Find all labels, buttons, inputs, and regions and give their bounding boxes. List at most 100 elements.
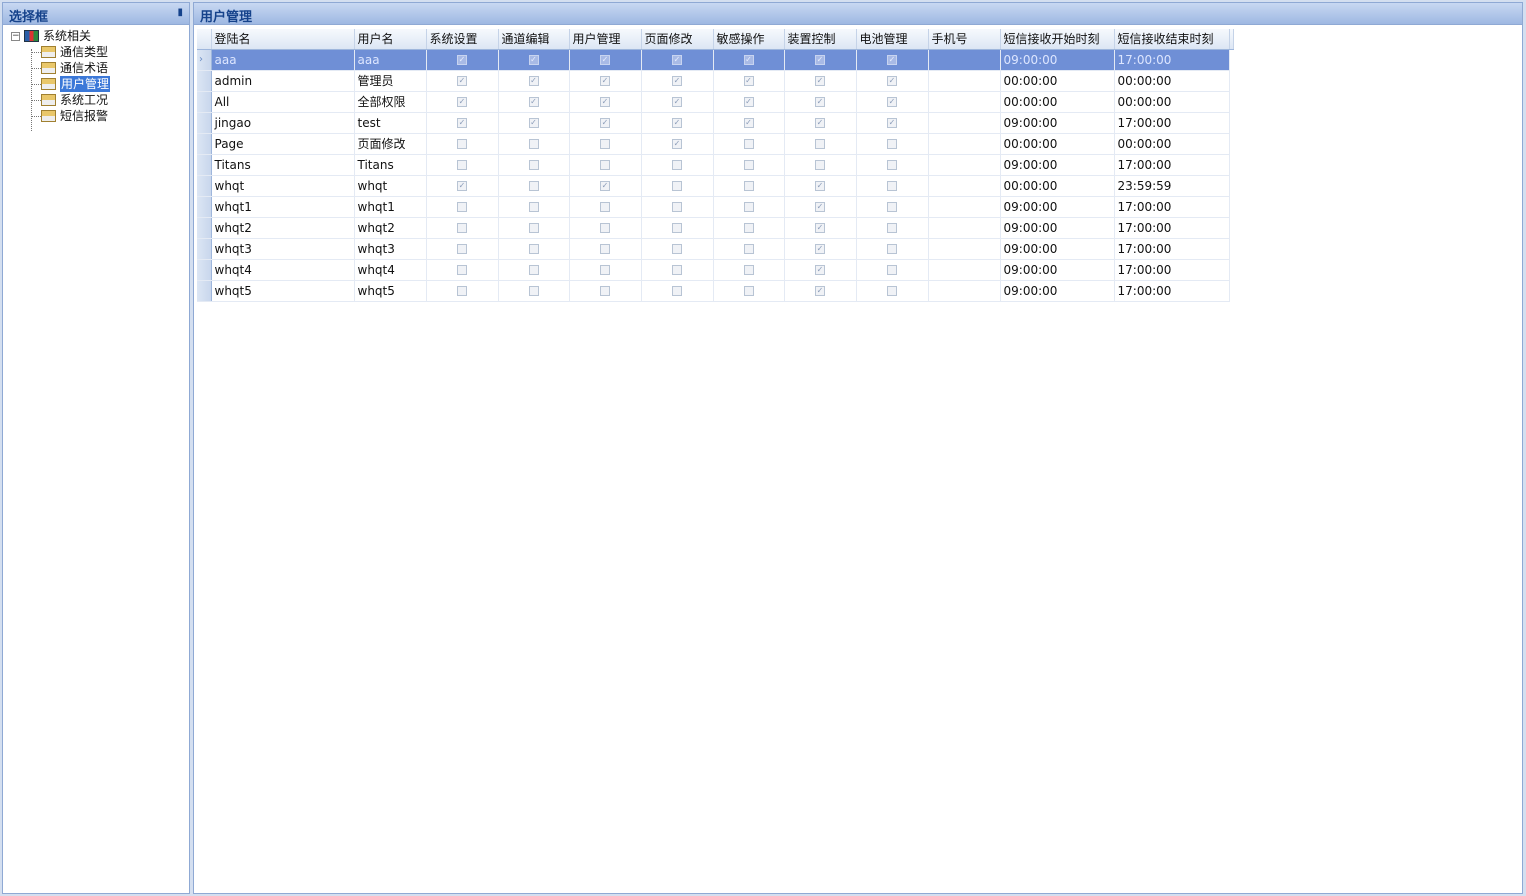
start-time-cell[interactable]: 09:00:00: [1000, 196, 1115, 218]
permission-cell[interactable]: ✓: [713, 49, 785, 71]
tree-node-0[interactable]: 通信类型: [11, 44, 189, 60]
permission-cell[interactable]: [426, 217, 499, 239]
permission-cell[interactable]: ✓: [569, 49, 642, 71]
permission-cell[interactable]: [641, 238, 714, 260]
unchecked-checkbox[interactable]: [887, 202, 897, 212]
unchecked-checkbox[interactable]: [457, 244, 467, 254]
checked-checkbox[interactable]: ✓: [457, 55, 467, 65]
unchecked-checkbox[interactable]: [887, 286, 897, 296]
permission-cell[interactable]: [713, 133, 785, 155]
end-time-cell[interactable]: 17:00:00: [1114, 196, 1230, 218]
permission-cell[interactable]: [641, 280, 714, 302]
unchecked-checkbox[interactable]: [600, 139, 610, 149]
login-cell[interactable]: whqt3: [211, 238, 355, 260]
end-time-cell[interactable]: 17:00:00: [1114, 238, 1230, 260]
permission-cell[interactable]: ✓: [784, 91, 857, 113]
permission-cell[interactable]: ✓: [426, 49, 499, 71]
checked-checkbox[interactable]: ✓: [457, 97, 467, 107]
permission-cell[interactable]: [569, 259, 642, 281]
unchecked-checkbox[interactable]: [672, 202, 682, 212]
permission-cell[interactable]: ✓: [784, 112, 857, 134]
permission-cell[interactable]: [498, 133, 570, 155]
checked-checkbox[interactable]: ✓: [672, 139, 682, 149]
checked-checkbox[interactable]: ✓: [815, 181, 825, 191]
column-header[interactable]: 用户管理: [569, 29, 642, 50]
permission-cell[interactable]: [569, 154, 642, 176]
table-row[interactable]: whqt whqt ✓ ✓ ✓ 00:00:00 23:59:59: [197, 175, 1233, 197]
permission-cell[interactable]: [856, 154, 929, 176]
unchecked-checkbox[interactable]: [457, 160, 467, 170]
permission-cell[interactable]: [856, 280, 929, 302]
permission-cell[interactable]: [498, 217, 570, 239]
permission-cell[interactable]: [784, 154, 857, 176]
unchecked-checkbox[interactable]: [528, 202, 539, 212]
permission-cell[interactable]: [426, 259, 499, 281]
unchecked-checkbox[interactable]: [887, 139, 897, 149]
row-indicator[interactable]: [197, 133, 212, 155]
checked-checkbox[interactable]: ✓: [887, 55, 897, 65]
unchecked-checkbox[interactable]: [815, 160, 825, 170]
checked-checkbox[interactable]: ✓: [672, 55, 682, 65]
permission-cell[interactable]: ✓: [641, 70, 714, 92]
username-cell[interactable]: test: [354, 112, 427, 134]
permission-cell[interactable]: ✓: [426, 112, 499, 134]
phone-cell[interactable]: [928, 217, 1001, 239]
permission-cell[interactable]: [426, 238, 499, 260]
unchecked-checkbox[interactable]: [672, 244, 682, 254]
username-cell[interactable]: 全部权限: [354, 91, 427, 113]
checked-checkbox[interactable]: ✓: [600, 181, 610, 191]
column-header[interactable]: 敏感操作: [713, 29, 785, 50]
permission-cell[interactable]: ✓: [856, 49, 929, 71]
checked-checkbox[interactable]: ✓: [887, 97, 897, 107]
unchecked-checkbox[interactable]: [528, 223, 539, 233]
column-header[interactable]: 用户名: [354, 29, 427, 50]
table-row[interactable]: admin 管理员 ✓ ✓ ✓ ✓ ✓ ✓ ✓ 00:00:00 00:00:00: [197, 70, 1233, 92]
unchecked-checkbox[interactable]: [528, 244, 539, 254]
permission-cell[interactable]: [641, 259, 714, 281]
permission-cell[interactable]: ✓: [498, 91, 570, 113]
checked-checkbox[interactable]: ✓: [815, 223, 825, 233]
username-cell[interactable]: whqt3: [354, 238, 427, 260]
permission-cell[interactable]: [498, 196, 570, 218]
permission-cell[interactable]: [426, 196, 499, 218]
permission-cell[interactable]: ✓: [641, 133, 714, 155]
unchecked-checkbox[interactable]: [600, 265, 610, 275]
row-indicator[interactable]: [197, 259, 212, 281]
checked-checkbox[interactable]: ✓: [457, 118, 467, 128]
permission-cell[interactable]: [569, 217, 642, 239]
row-indicator[interactable]: [197, 70, 212, 92]
unchecked-checkbox[interactable]: [528, 265, 539, 275]
row-indicator[interactable]: [197, 196, 212, 218]
permission-cell[interactable]: [426, 280, 499, 302]
username-cell[interactable]: aaa: [354, 49, 427, 71]
phone-cell[interactable]: [928, 154, 1001, 176]
permission-cell[interactable]: [713, 217, 785, 239]
end-time-cell[interactable]: 17:00:00: [1114, 259, 1230, 281]
row-indicator[interactable]: [197, 112, 212, 134]
unchecked-checkbox[interactable]: [672, 223, 682, 233]
phone-cell[interactable]: [928, 133, 1001, 155]
login-cell[interactable]: whqt4: [211, 259, 355, 281]
unchecked-checkbox[interactable]: [743, 202, 754, 212]
end-time-cell[interactable]: 17:00:00: [1114, 49, 1230, 71]
permission-cell[interactable]: ✓: [784, 238, 857, 260]
checked-checkbox[interactable]: ✓: [528, 118, 539, 128]
end-time-cell[interactable]: 17:00:00: [1114, 280, 1230, 302]
phone-cell[interactable]: [928, 259, 1001, 281]
permission-cell[interactable]: [569, 238, 642, 260]
permission-cell[interactable]: [713, 196, 785, 218]
row-indicator[interactable]: [197, 175, 212, 197]
table-row[interactable]: whqt3 whqt3 ✓ 09:00:00 17:00:00: [197, 238, 1233, 260]
table-row[interactable]: whqt4 whqt4 ✓ 09:00:00 17:00:00: [197, 259, 1233, 281]
permission-cell[interactable]: [713, 238, 785, 260]
phone-cell[interactable]: [928, 238, 1001, 260]
checked-checkbox[interactable]: ✓: [815, 265, 825, 275]
checked-checkbox[interactable]: ✓: [672, 118, 682, 128]
table-row[interactable]: All 全部权限 ✓ ✓ ✓ ✓ ✓ ✓ ✓ 00:00:00 00:00:00: [197, 91, 1233, 113]
login-cell[interactable]: Page: [211, 133, 355, 155]
start-time-cell[interactable]: 09:00:00: [1000, 259, 1115, 281]
checked-checkbox[interactable]: ✓: [528, 76, 539, 86]
permission-cell[interactable]: ✓: [498, 70, 570, 92]
checked-checkbox[interactable]: ✓: [815, 55, 825, 65]
column-header[interactable]: 页面修改: [641, 29, 714, 50]
